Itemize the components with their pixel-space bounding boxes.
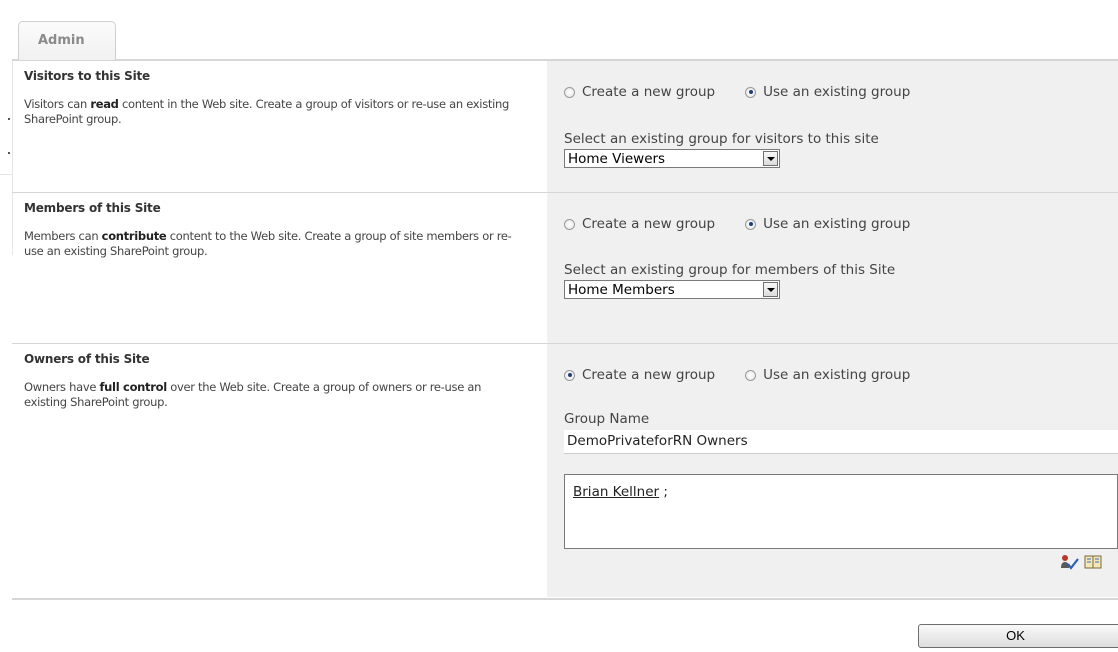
dropdown-arrow-icon[interactable] (763, 282, 778, 297)
owners-create-new-label[interactable]: Create a new group (582, 367, 715, 383)
dropdown-arrow-icon[interactable] (763, 151, 778, 166)
visitors-create-new-radio[interactable] (564, 86, 575, 98)
members-select-label: Select an existing group for members of … (564, 262, 896, 278)
gutter-dot (8, 152, 10, 154)
gutter-divider (0, 174, 12, 175)
group-name-input[interactable]: DemoPrivateforRN Owners (564, 430, 1118, 454)
owners-options-panel: Create a new group Use an existing group… (547, 344, 1118, 597)
group-name-label: Group Name (564, 411, 650, 427)
visitors-options-panel: Create a new group Use an existing group… (547, 61, 1118, 192)
members-use-existing-label[interactable]: Use an existing group (763, 216, 910, 232)
members-title: Members of this Site (24, 201, 161, 215)
visitors-radio-group: Create a new group Use an existing group (564, 84, 910, 100)
visitors-group-select-value: Home Viewers (568, 151, 666, 167)
owners-title: Owners of this Site (24, 352, 150, 366)
check-names-icon[interactable] (1060, 554, 1080, 570)
tab-admin[interactable]: Admin (18, 21, 116, 60)
ok-button[interactable]: OK (918, 624, 1118, 648)
browse-address-book-icon[interactable] (1083, 554, 1103, 570)
owners-create-new-radio[interactable] (564, 369, 575, 381)
owners-section: Owners of this Site Owners have full con… (12, 344, 1118, 597)
owners-people-picker[interactable]: Brian Kellner ; (564, 474, 1118, 549)
members-description: Members can contribute content to the We… (24, 229, 512, 258)
owners-radio-group: Create a new group Use an existing group (564, 367, 910, 383)
visitors-create-new-label[interactable]: Create a new group (582, 84, 715, 100)
people-picker-entry[interactable]: Brian Kellner (573, 484, 659, 500)
members-group-select[interactable]: Home Members (564, 280, 780, 299)
visitors-use-existing-radio[interactable] (745, 86, 757, 98)
owners-description: Owners have full control over the Web si… (24, 380, 482, 409)
members-radio-group: Create a new group Use an existing group (564, 216, 910, 232)
form-bottom-separator (12, 598, 1118, 600)
members-description-panel: Members of this Site Members can contrib… (12, 193, 547, 343)
people-picker-separator: ; (659, 484, 668, 500)
visitors-description: Visitors can read content in the Web sit… (24, 97, 509, 126)
owners-use-existing-label[interactable]: Use an existing group (763, 367, 910, 383)
members-options-panel: Create a new group Use an existing group… (547, 193, 1118, 343)
gutter-dot (8, 118, 10, 120)
visitors-title: Visitors to this Site (24, 69, 150, 83)
visitors-select-label: Select an existing group for visitors to… (564, 131, 879, 147)
members-create-new-label[interactable]: Create a new group (582, 216, 715, 232)
owners-description-panel: Owners of this Site Owners have full con… (12, 344, 547, 597)
members-create-new-radio[interactable] (564, 218, 575, 230)
members-use-existing-radio[interactable] (745, 218, 757, 230)
visitors-use-existing-label[interactable]: Use an existing group (763, 84, 910, 100)
visitors-description-panel: Visitors to this Site Visitors can read … (12, 61, 547, 192)
visitors-section: Visitors to this Site Visitors can read … (12, 61, 1118, 192)
members-section: Members of this Site Members can contrib… (12, 193, 1118, 343)
members-group-select-value: Home Members (568, 282, 675, 298)
owners-use-existing-radio[interactable] (745, 369, 757, 381)
visitors-group-select[interactable]: Home Viewers (564, 149, 780, 168)
